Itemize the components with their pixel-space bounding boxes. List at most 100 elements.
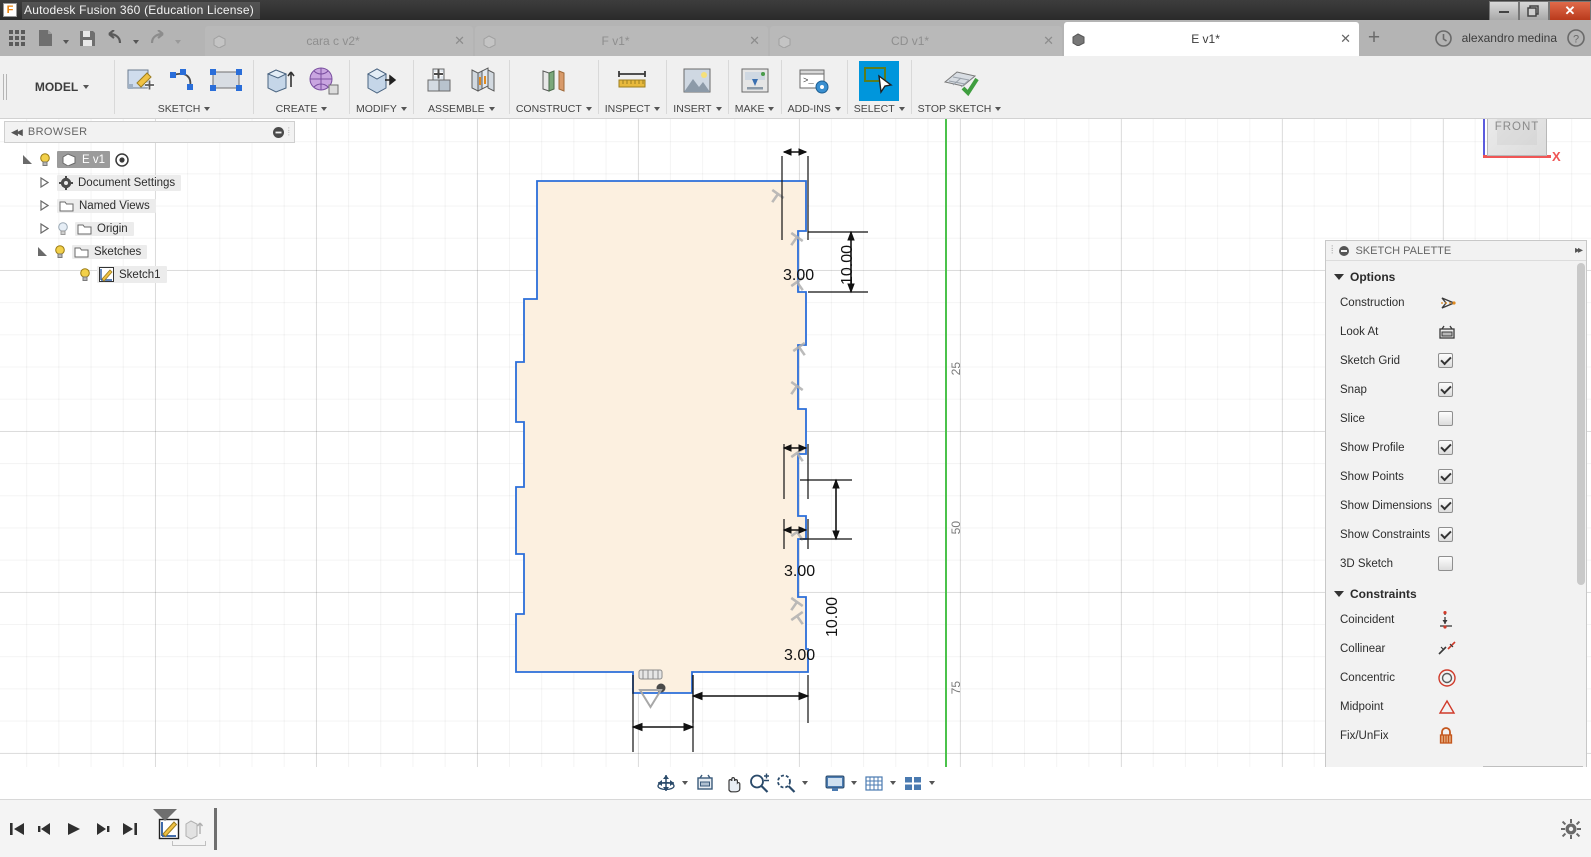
timeline-marker-head[interactable] [152,808,178,822]
show-points-checkbox[interactable] [1438,469,1453,484]
dimension-value-10-upper[interactable]: 10.00 [839,245,857,285]
palette-row-look-at[interactable]: Look At [1326,317,1586,346]
spline-icon[interactable] [164,61,204,101]
select-icon[interactable] [859,61,900,101]
expander-collapsed-icon[interactable] [40,200,49,211]
expander-collapsed-icon[interactable] [40,223,49,234]
press-pull-icon[interactable] [361,61,401,101]
timeline-marker[interactable] [214,807,217,850]
measure-icon[interactable] [613,61,653,101]
scripts-addins-icon[interactable]: >_ [794,61,834,101]
offset-plane-icon[interactable] [534,61,574,101]
palette-row-fix-unfix[interactable]: Fix/UnFix [1326,721,1586,750]
panel-grip-icon[interactable]: ⦙ [288,126,290,139]
palette-row-show-points[interactable]: Show Points [1326,462,1586,491]
tree-item-document-settings[interactable]: Document Settings [4,171,295,194]
expander-expanded-icon[interactable] [22,154,33,165]
display-settings-caret-icon[interactable] [849,771,859,795]
section-options-header[interactable]: Options [1326,261,1586,288]
restore-button[interactable] [1519,1,1549,20]
play-icon[interactable] [62,817,86,841]
3d-sketch-checkbox[interactable] [1438,556,1453,571]
step-back-icon[interactable] [34,817,58,841]
palette-row-slice[interactable]: Slice [1326,404,1586,433]
expander-expanded-icon[interactable] [37,246,48,257]
chevron-down-icon[interactable] [834,107,841,111]
user-name[interactable]: alexandro medina [1462,31,1557,45]
close-icon[interactable]: ✕ [1340,31,1351,47]
zoom-window-icon[interactable] [774,771,798,795]
construction-icon[interactable] [1438,295,1456,311]
grid-snaps-caret-icon[interactable] [888,771,898,795]
fix-unfix-icon[interactable] [1438,727,1454,744]
visibility-bulb-off-icon[interactable] [57,221,69,236]
dimension-value-3-middle[interactable]: 3.00 [784,563,815,581]
palette-row-collinear[interactable]: Collinear [1326,634,1586,663]
ribbon-grabber[interactable] [0,56,10,118]
dimension-value-3-bottom[interactable]: 3.00 [784,647,815,665]
insert-image-icon[interactable] [677,61,717,101]
display-settings-icon[interactable] [823,771,847,795]
step-forward-icon[interactable] [90,817,114,841]
palette-row-midpoint[interactable]: Midpoint [1326,692,1586,721]
dimension-value-3-top[interactable]: 3.00 [783,267,814,285]
chevron-down-icon[interactable] [321,107,328,111]
show-profile-checkbox[interactable] [1438,440,1453,455]
3d-print-icon[interactable] [735,61,775,101]
chevron-down-icon[interactable] [488,107,495,111]
palette-row-coincident[interactable]: Coincident [1326,605,1586,634]
chevron-down-icon[interactable] [995,107,1002,111]
pan-icon[interactable] [720,771,744,795]
chevron-down-icon[interactable] [585,107,592,111]
minus-circle-icon[interactable] [272,126,284,138]
look-at-icon[interactable] [1438,324,1456,340]
minimize-button[interactable] [1489,1,1519,20]
chevron-down-icon[interactable] [715,107,722,111]
palette-row-show-dimensions[interactable]: Show Dimensions [1326,491,1586,520]
palette-grip-icon[interactable]: ⦙ [1331,244,1333,257]
expander-collapsed-icon[interactable] [40,177,49,188]
visibility-bulb-icon[interactable] [79,267,91,282]
chevron-down-icon[interactable] [400,107,407,111]
palette-row-sketch-grid[interactable]: Sketch Grid [1326,346,1586,375]
undo-icon[interactable] [102,23,128,53]
skip-end-icon[interactable] [118,817,142,841]
coincident-icon[interactable] [1438,610,1454,629]
visibility-bulb-icon[interactable] [54,244,66,259]
extrude-icon[interactable] [260,61,300,101]
skip-start-icon[interactable] [6,817,30,841]
revolve-icon[interactable] [303,61,343,101]
orbit-caret-icon[interactable] [680,771,690,795]
clock-icon[interactable] [1434,29,1452,47]
midpoint-icon[interactable] [1438,699,1456,715]
palette-row-3d-sketch[interactable]: 3D Sketch [1326,549,1586,578]
grid-menu-icon[interactable] [4,23,30,53]
new-tab-button[interactable]: + [1361,20,1387,56]
chevron-down-icon[interactable] [654,107,661,111]
chevron-down-icon[interactable] [898,107,905,111]
sketch-grid-checkbox[interactable] [1438,353,1453,368]
minus-circle-icon[interactable] [1339,245,1350,256]
timeline-settings-button[interactable] [1561,818,1581,839]
palette-row-snap[interactable]: Snap [1326,375,1586,404]
tab-cd[interactable]: CD v1* ✕ [770,26,1062,56]
visibility-bulb-icon[interactable] [39,152,51,167]
tree-item-named-views[interactable]: Named Views [4,194,295,217]
tab-cara-c[interactable]: cara c v2* ✕ [205,26,473,56]
redo-icon[interactable] [144,23,170,53]
chevron-down-icon[interactable] [204,107,211,111]
tab-e-active[interactable]: E v1* ✕ [1064,22,1359,56]
show-constraints-checkbox[interactable] [1438,527,1453,542]
workspace-selector[interactable]: MODEL [10,56,114,118]
joint-icon[interactable] [463,61,503,101]
save-icon[interactable] [74,23,100,53]
target-icon[interactable] [115,152,129,167]
undo-caret-icon[interactable] [130,23,142,53]
grid-snaps-icon[interactable] [862,771,886,795]
close-button[interactable]: ✕ [1549,1,1591,20]
tree-item-origin[interactable]: Origin [4,217,295,240]
close-icon[interactable]: ✕ [1043,33,1054,49]
palette-row-construction[interactable]: Construction [1326,288,1586,317]
palette-scrollbar[interactable] [1577,263,1585,585]
slice-checkbox[interactable] [1438,411,1453,426]
